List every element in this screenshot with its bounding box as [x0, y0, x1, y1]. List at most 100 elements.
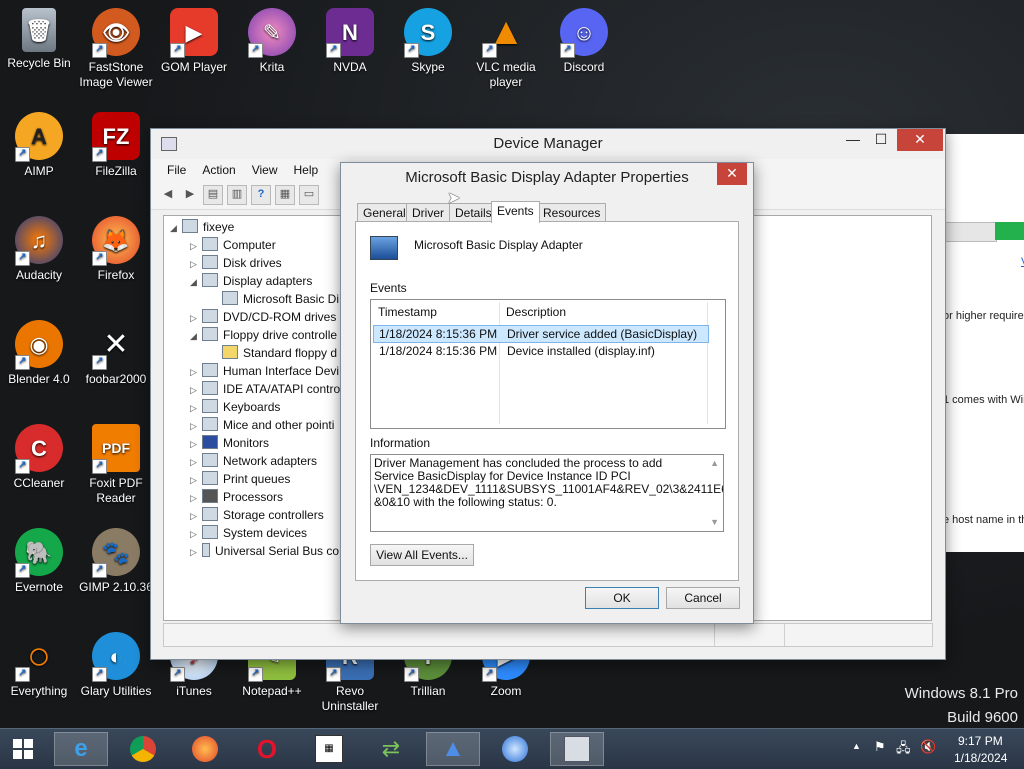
dialog-close-button[interactable]: ✕ — [717, 163, 747, 185]
desktop-icon-discord[interactable]: ☺ ↗ Discord — [545, 8, 623, 75]
expander-icon[interactable]: ▷ — [190, 309, 202, 327]
event-row[interactable]: 1/18/2024 8:15:36 PM Device installed (d… — [373, 343, 707, 359]
desktop-icon-filezilla[interactable]: FZ ↗ FileZilla — [77, 112, 155, 179]
expander-icon[interactable]: ▷ — [190, 489, 202, 507]
forward-arrow-icon[interactable]: ▶ — [181, 186, 199, 204]
tree-item-processors[interactable]: ▷ Processors — [190, 488, 283, 506]
desktop-icon-firefox[interactable]: 🦊 ↗ Firefox — [77, 216, 155, 283]
desktop-icon-audacity[interactable]: ♫ ↗ Audacity — [0, 216, 78, 283]
tree-item-monitors[interactable]: ▷ Monitors — [190, 434, 269, 452]
expander-icon[interactable]: ▷ — [190, 471, 202, 489]
dialog-titlebar[interactable]: Microsoft Basic Display Adapter Properti… — [341, 163, 753, 193]
expander-icon[interactable]: ▷ — [190, 417, 202, 435]
column-header-description[interactable]: Description — [506, 300, 566, 324]
expander-icon[interactable]: ▷ — [190, 399, 202, 417]
expander-icon[interactable]: ▷ — [190, 237, 202, 255]
tab-driver[interactable]: Driver — [406, 203, 450, 222]
show-hide-tree-icon[interactable]: ▤ — [203, 185, 223, 205]
background-window-partial[interactable]: V or higher required 1 comes with Wir e … — [943, 134, 1024, 552]
taskbar-opera[interactable]: O — [240, 732, 294, 766]
tree-item-floppy-controllers[interactable]: ◢ Floppy drive controlle — [190, 326, 337, 344]
volume-muted-icon[interactable]: 🔇 — [920, 739, 936, 755]
desktop-icon-faststone[interactable]: 👁 ↗ FastStone Image Viewer — [77, 8, 155, 90]
taskbar-transfer-app[interactable]: ⇄ — [364, 732, 418, 766]
help-icon[interactable]: ? — [251, 185, 271, 205]
desktop-icon-gom-player[interactable]: ▶ ↗ GOM Player — [155, 8, 233, 75]
tree-root[interactable]: ◢ fixeye — [170, 218, 234, 236]
desktop-icon-evernote[interactable]: 🐘 ↗ Evernote — [0, 528, 78, 595]
tree-item-dvd[interactable]: ▷ DVD/CD-ROM drives — [190, 308, 336, 326]
tree-item-mice[interactable]: ▷ Mice and other pointi — [190, 416, 334, 434]
desktop-icon-glary[interactable]: ◐ ↗ Glary Utilities — [77, 632, 155, 699]
taskbar-device-manager[interactable] — [550, 732, 604, 766]
clock-date[interactable]: 1/18/2024 — [954, 751, 1007, 765]
minimize-button[interactable]: — — [839, 129, 867, 151]
monitor-icon[interactable]: ▭ — [299, 185, 319, 205]
taskbar-internet-explorer[interactable]: e — [54, 732, 108, 766]
expander-icon[interactable]: ▷ — [190, 255, 202, 273]
device-tree[interactable]: ◢ fixeye ▷ Computer ▷ Disk drives ◢ Display … — [163, 215, 343, 621]
desktop-icon-nvda[interactable]: N ↗ NVDA — [311, 8, 389, 75]
expander-icon[interactable]: ▷ — [190, 453, 202, 471]
network-icon[interactable]: 🖧 — [896, 739, 911, 761]
tree-item-keyboards[interactable]: ▷ Keyboards — [190, 398, 280, 416]
ok-button[interactable]: OK — [585, 587, 659, 609]
desktop-icon-recycle-bin[interactable]: 🗑 Recycle Bin — [0, 8, 78, 71]
expander-icon[interactable]: ◢ — [190, 327, 202, 345]
events-list[interactable]: Timestamp Description 1/18/2024 8:15:36 … — [370, 299, 726, 429]
taskbar-app-blue[interactable]: ▲ — [426, 732, 480, 766]
expander-icon[interactable]: ◢ — [170, 219, 182, 237]
tree-item-print-queues[interactable]: ▷ Print queues — [190, 470, 290, 488]
show-hidden-icons-icon[interactable]: ▲ — [852, 741, 861, 751]
desktop-icon-foobar[interactable]: ✕ ↗ foobar2000 — [77, 320, 155, 387]
expander-icon[interactable]: ▷ — [190, 363, 202, 381]
expander-icon[interactable]: ▷ — [190, 435, 202, 453]
desktop-icon-gimp[interactable]: 🐾 ↗ GIMP 2.10.36 — [77, 528, 155, 595]
clock-time[interactable]: 9:17 PM — [958, 734, 1003, 748]
menu-action[interactable]: Action — [194, 159, 243, 181]
scroll-up-icon[interactable]: ▲ — [710, 457, 719, 470]
action-center-flag-icon[interactable]: ⚑ — [874, 739, 886, 755]
desktop-icon-foxit[interactable]: PDF ↗ Foxit PDF Reader — [77, 424, 155, 506]
start-button[interactable] — [0, 732, 46, 766]
back-arrow-icon[interactable]: ◀ — [159, 186, 177, 204]
tree-item-basic-display[interactable]: Microsoft Basic Di — [210, 290, 339, 308]
close-button[interactable]: ✕ — [897, 129, 943, 151]
taskbar-thunderbird[interactable] — [488, 732, 542, 766]
taskbar-chrome[interactable] — [116, 732, 170, 766]
maximize-button[interactable]: ☐ — [867, 129, 895, 151]
tab-events[interactable]: Events — [491, 201, 540, 223]
expander-icon[interactable]: ▷ — [190, 525, 202, 543]
view-all-events-button[interactable]: View All Events... — [370, 544, 474, 566]
tree-item-hid[interactable]: ▷ Human Interface Devi — [190, 362, 339, 380]
column-header-timestamp[interactable]: Timestamp — [378, 300, 437, 324]
desktop-icon-everything[interactable]: ○ ↗ Everything — [0, 632, 78, 699]
cancel-button[interactable]: Cancel — [666, 587, 740, 609]
desktop-icon-ccleaner[interactable]: C ↗ CCleaner — [0, 424, 78, 491]
tree-item-network[interactable]: ▷ Network adapters — [190, 452, 317, 470]
tree-item-system-devices[interactable]: ▷ System devices — [190, 524, 307, 542]
tree-item-disk-drives[interactable]: ▷ Disk drives — [190, 254, 282, 272]
tree-item-display-adapters[interactable]: ◢ Display adapters — [190, 272, 312, 290]
tree-item-standard-floppy[interactable]: Standard floppy d — [210, 344, 337, 362]
desktop-icon-vlc[interactable]: ▲ ↗ VLC media player — [467, 8, 545, 90]
event-row[interactable]: 1/18/2024 8:15:36 PM Driver service adde… — [373, 325, 709, 343]
information-textbox[interactable]: Driver Management has concluded the proc… — [370, 454, 724, 532]
menu-file[interactable]: File — [159, 159, 194, 181]
view-icon[interactable]: ▦ — [275, 185, 295, 205]
tree-item-computer[interactable]: ▷ Computer — [190, 236, 276, 254]
desktop-icon-skype[interactable]: S ↗ Skype — [389, 8, 467, 75]
properties-dialog[interactable]: Microsoft Basic Display Adapter Properti… — [340, 162, 754, 624]
tab-resources[interactable]: Resources — [537, 203, 607, 222]
desktop-icon-blender[interactable]: ◉ ↗ Blender 4.0 — [0, 320, 78, 387]
properties-icon[interactable]: ▥ — [227, 185, 247, 205]
scroll-down-icon[interactable]: ▼ — [710, 516, 719, 529]
tree-item-usb[interactable]: ▷ Universal Serial Bus co — [190, 542, 339, 560]
expander-icon[interactable]: ▷ — [190, 543, 202, 561]
taskbar-calendar-app[interactable]: ▦ — [302, 732, 356, 766]
tab-general[interactable]: General — [357, 203, 412, 222]
expander-icon[interactable]: ◢ — [190, 273, 202, 291]
device-manager-titlebar[interactable]: Device Manager — ☐ ✕ — [151, 129, 945, 159]
expander-icon[interactable]: ▷ — [190, 507, 202, 525]
desktop-icon-aimp[interactable]: A ↗ AIMP — [0, 112, 78, 179]
